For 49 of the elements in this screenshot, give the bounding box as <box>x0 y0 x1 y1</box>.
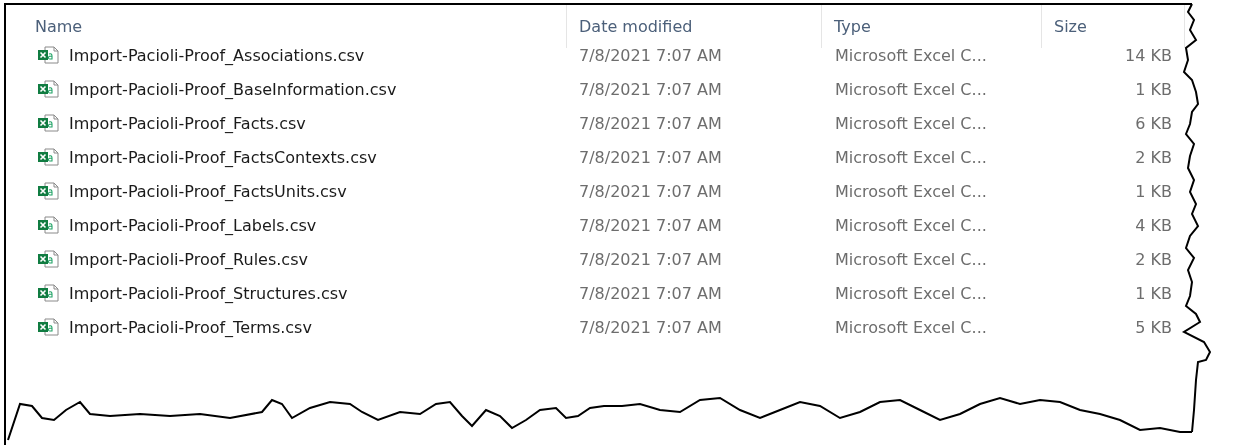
file-name[interactable]: Import-Pacioli-Proof_FactsContexts.csv <box>69 147 377 167</box>
date-modified: 7/8/2021 7:07 AM <box>579 249 722 269</box>
file-name[interactable]: Import-Pacioli-Proof_FactsUnits.csv <box>69 181 347 201</box>
file-type: Microsoft Excel C... <box>835 113 987 133</box>
file-name[interactable]: Import-Pacioli-Proof_Terms.csv <box>69 317 312 337</box>
file-type: Microsoft Excel C... <box>835 249 987 269</box>
file-size: 2 KB <box>1135 147 1172 167</box>
file-name[interactable]: Import-Pacioli-Proof_BaseInformation.csv <box>69 79 397 99</box>
file-type: Microsoft Excel C... <box>835 215 987 235</box>
spreadsheet-file-icon <box>37 46 59 64</box>
file-type: Microsoft Excel C... <box>835 45 987 65</box>
column-header[interactable]: Type <box>834 16 871 36</box>
date-modified: 7/8/2021 7:07 AM <box>579 317 722 337</box>
column-header[interactable]: Name <box>35 16 83 36</box>
spreadsheet-file-icon <box>37 80 59 98</box>
file-name[interactable]: Import-Pacioli-Proof_Facts.csv <box>69 113 306 133</box>
file-name[interactable]: Import-Pacioli-Proof_Structures.csv <box>69 283 348 303</box>
file-size: 2 KB <box>1135 249 1172 269</box>
date-modified: 7/8/2021 7:07 AM <box>579 215 722 235</box>
date-modified: 7/8/2021 7:07 AM <box>579 45 722 65</box>
spreadsheet-file-icon <box>37 216 59 234</box>
spreadsheet-file-icon <box>37 148 59 166</box>
date-modified: 7/8/2021 7:07 AM <box>579 147 722 167</box>
file-size: 1 KB <box>1135 181 1172 201</box>
file-size: 14 KB <box>1125 45 1172 65</box>
file-name[interactable]: Import-Pacioli-Proof_Associations.csv <box>69 45 365 65</box>
file-name[interactable]: Import-Pacioli-Proof_Rules.csv <box>69 249 308 269</box>
file-size: 6 KB <box>1135 113 1172 133</box>
file-type: Microsoft Excel C... <box>835 283 987 303</box>
file-type: Microsoft Excel C... <box>835 317 987 337</box>
file-type: Microsoft Excel C... <box>835 147 987 167</box>
date-modified: 7/8/2021 7:07 AM <box>579 113 722 133</box>
file-size: 4 KB <box>1135 215 1172 235</box>
date-modified: 7/8/2021 7:07 AM <box>579 79 722 99</box>
file-size: 1 KB <box>1135 283 1172 303</box>
file-size: 5 KB <box>1135 317 1172 337</box>
file-type: Microsoft Excel C... <box>835 181 987 201</box>
spreadsheet-file-icon <box>37 250 59 268</box>
spreadsheet-file-icon <box>37 114 59 132</box>
date-modified: 7/8/2021 7:07 AM <box>579 181 722 201</box>
spreadsheet-file-icon <box>37 182 59 200</box>
date-modified: 7/8/2021 7:07 AM <box>579 283 722 303</box>
file-size: 1 KB <box>1135 79 1172 99</box>
spreadsheet-file-icon <box>37 284 59 302</box>
file-type: Microsoft Excel C... <box>835 79 987 99</box>
column-header[interactable]: Date modified <box>579 16 693 36</box>
column-header[interactable]: Size <box>1054 16 1087 36</box>
file-name[interactable]: Import-Pacioli-Proof_Labels.csv <box>69 215 317 235</box>
spreadsheet-file-icon <box>37 318 59 336</box>
